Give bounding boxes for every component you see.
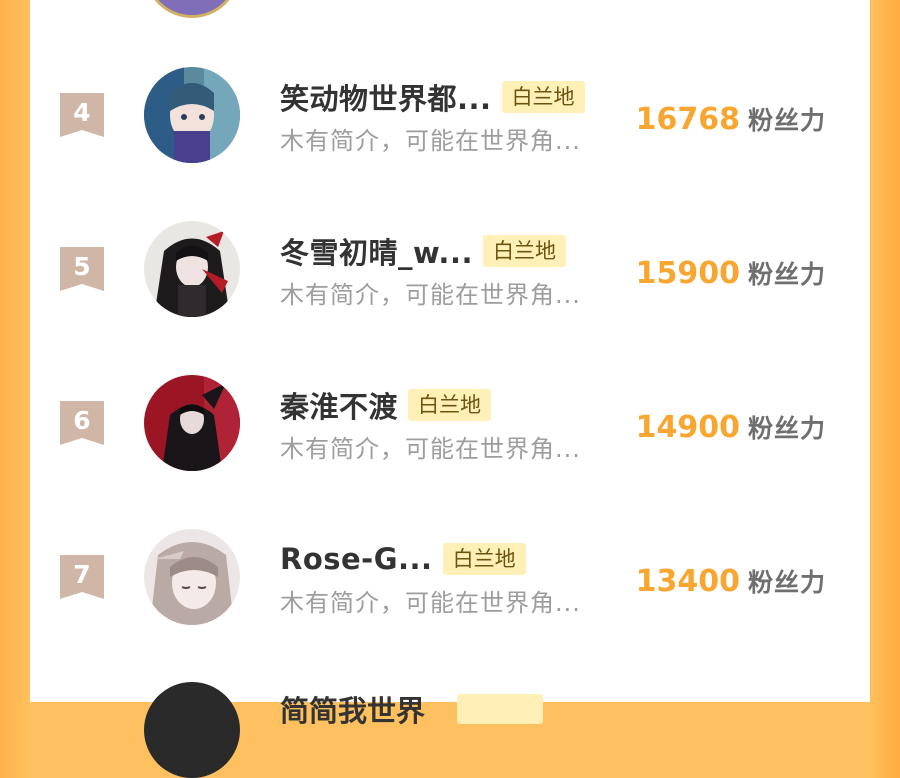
user-description: 木有简介，可能在世界角...: [280, 435, 581, 463]
score-unit: 粉丝力: [747, 568, 826, 597]
avatar-sleeping-girl-icon: [144, 529, 240, 625]
name-line: 笑动物世界都... 白兰地: [280, 76, 585, 118]
tag-badge-partial: [457, 694, 543, 724]
user-name-partial[interactable]: 简简我世界: [280, 688, 425, 730]
rank-badge: 4: [60, 93, 104, 137]
avatar-red-background-icon: [144, 375, 240, 471]
user-name[interactable]: 笑动物世界都...: [280, 76, 492, 118]
ranking-row-4[interactable]: 4 笑动物世界都... 白兰地 木有简介，可能在世界角... 16768 粉丝力: [30, 67, 870, 221]
name-line: 秦淮不渡 白兰地: [280, 384, 492, 426]
user-description: 木有简介，可能在世界角...: [280, 589, 581, 617]
score-value: 15900: [635, 256, 740, 291]
avatar[interactable]: [144, 375, 240, 471]
name-line: 冬雪初晴_w... 白兰地: [280, 230, 566, 272]
score: 16768 粉丝力: [636, 101, 826, 137]
score-value: 13400: [635, 564, 740, 599]
avatar[interactable]: [144, 529, 240, 625]
rank-badge: 7: [60, 555, 104, 599]
avatar-partial-bottom[interactable]: [144, 682, 240, 778]
ranking-row-6[interactable]: 6 秦淮不渡 白兰地 木有简介，可能在世界角... 14900 粉丝力: [30, 375, 870, 529]
ranking-card: 4 笑动物世界都... 白兰地 木有简介，可能在世界角... 16768 粉丝力…: [30, 0, 870, 778]
score-unit: 粉丝力: [747, 414, 826, 443]
score-value: 16768: [635, 102, 740, 137]
tag-badge: 白兰地: [483, 235, 566, 267]
score-unit: 粉丝力: [747, 106, 826, 135]
user-description: 木有简介，可能在世界角...: [280, 127, 581, 155]
avatar-dark-hair-red-ribbon-icon: [144, 221, 240, 317]
avatar-partial-top[interactable]: [144, 0, 240, 18]
score-unit: 粉丝力: [747, 260, 826, 289]
avatar-girl-blue-hair-icon: [144, 67, 240, 163]
score: 15900 粉丝力: [636, 255, 826, 291]
user-name[interactable]: Rose-G...: [280, 542, 433, 576]
rank-badge: 6: [60, 401, 104, 445]
user-name[interactable]: 冬雪初晴_w...: [280, 230, 473, 272]
tag-badge: 白兰地: [408, 389, 492, 421]
score: 13400 粉丝力: [636, 563, 826, 599]
name-line: Rose-G... 白兰地: [280, 541, 526, 577]
user-description: 木有简介，可能在世界角...: [280, 281, 581, 309]
user-name[interactable]: 秦淮不渡: [280, 384, 398, 426]
ranking-row-5[interactable]: 5 冬雪初晴_w... 白兰地 木有简介，可能在世界角... 15900 粉丝力: [30, 221, 870, 375]
score: 14900 粉丝力: [636, 409, 826, 445]
score-value: 14900: [635, 410, 740, 445]
ranking-row-7[interactable]: 7 Rose-G... 白兰地 木有简介，可能在世界角... 13400 粉丝力: [30, 529, 870, 683]
tag-badge: 白兰地: [501, 81, 585, 113]
avatar[interactable]: [144, 67, 240, 163]
rank-badge: 5: [60, 247, 104, 291]
tag-badge: 白兰地: [442, 543, 526, 575]
avatar[interactable]: [144, 221, 240, 317]
